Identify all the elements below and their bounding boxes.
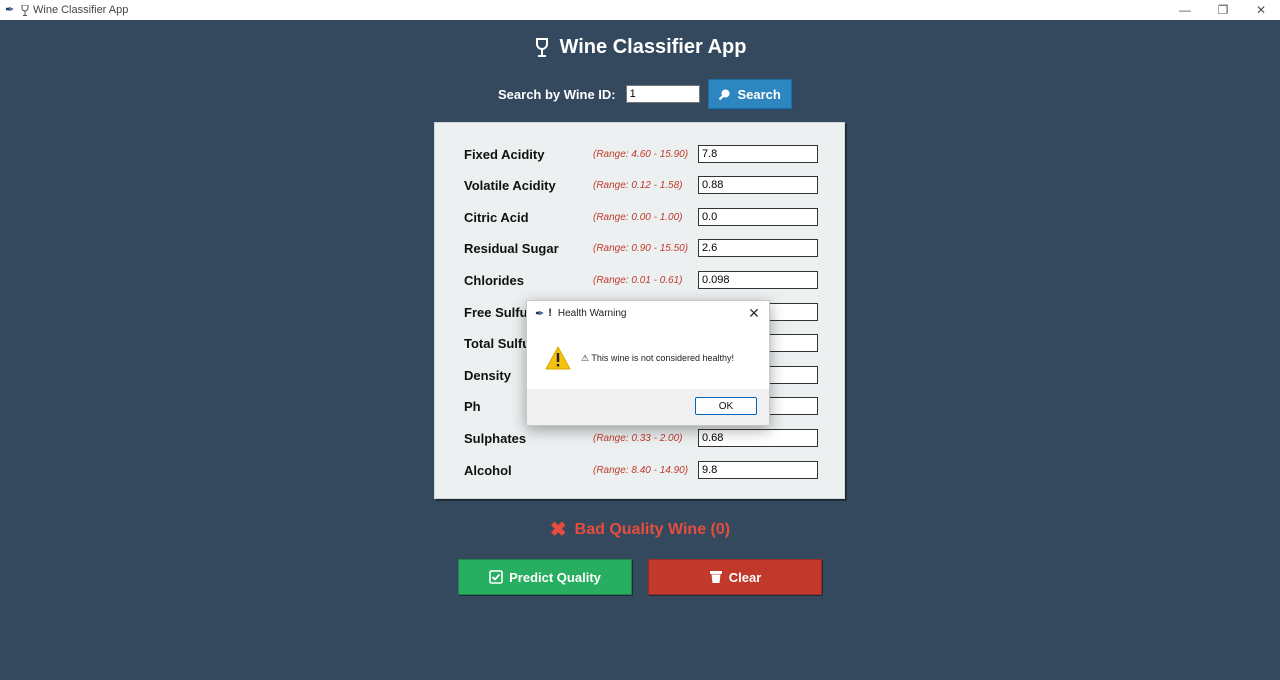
feather-icon: ✒ [5, 4, 15, 16]
close-window-button[interactable]: ✕ [1242, 0, 1280, 20]
field-label: Citric Acid [464, 209, 529, 225]
minimize-button[interactable]: — [1166, 0, 1204, 20]
field-range: (Range: 0.00 - 1.00) [593, 211, 683, 223]
health-warning-dialog: ✒ ! Health Warning ✕ ⚠ This wine is not … [526, 300, 770, 426]
wine-id-input[interactable] [625, 85, 700, 103]
field-label: Alcohol [464, 462, 512, 478]
field-row-residual-sugar: Residual Sugar (Range: 0.90 - 15.50) [464, 238, 824, 258]
search-label: Search by Wine ID: [498, 86, 616, 102]
field-label: Fixed Acidity [464, 146, 545, 162]
window-titlebar: ✒ Wine Classifier App — ❐ ✕ [0, 0, 1280, 20]
volatile-acidity-input[interactable] [698, 176, 818, 194]
fixed-acidity-input[interactable] [698, 145, 818, 163]
trash-icon [709, 571, 722, 583]
prediction-result: ✖ Bad Quality Wine (0) [0, 520, 1280, 540]
field-row-chlorides: Chlorides (Range: 0.01 - 0.61) [464, 270, 824, 290]
clear-button[interactable]: Clear [648, 559, 822, 595]
field-label: Chlorides [464, 272, 524, 288]
citric-acid-input[interactable] [698, 208, 818, 226]
field-label: Sulphates [464, 430, 527, 446]
field-range: (Range: 0.33 - 2.00) [593, 432, 683, 444]
restore-button[interactable]: ❐ [1204, 0, 1242, 20]
field-row-citric-acid: Citric Acid (Range: 0.00 - 1.00) [464, 207, 824, 227]
field-range: (Range: 8.40 - 14.90) [593, 464, 689, 476]
warning-icon [545, 346, 571, 370]
field-range: (Range: 0.12 - 1.58) [593, 179, 683, 191]
checkbox-icon [489, 570, 503, 584]
residual-sugar-input[interactable] [698, 239, 818, 257]
search-button[interactable]: Search [707, 79, 792, 109]
predict-quality-label: Predict Quality [509, 569, 601, 585]
dialog-title-prefix: ! [548, 307, 552, 319]
sulphates-input[interactable] [698, 429, 818, 447]
field-row-fixed-acidity: Fixed Acidity (Range: 4.60 - 15.90) [464, 144, 824, 164]
window-controls: — ❐ ✕ [1166, 0, 1280, 20]
field-label: Residual Sugar [464, 240, 559, 256]
dialog-title: Health Warning [557, 307, 627, 319]
magnifier-icon [719, 89, 730, 100]
ok-button[interactable]: OK [695, 397, 757, 415]
page-title-text: Wine Classifier App [559, 36, 747, 58]
dialog-titlebar: ✒ ! Health Warning ✕ [527, 301, 769, 325]
field-row-sulphates: Sulphates (Range: 0.33 - 2.00) [464, 428, 824, 448]
field-row-alcohol: Alcohol (Range: 8.40 - 14.90) [464, 460, 824, 480]
predict-quality-button[interactable]: Predict Quality [458, 559, 632, 595]
field-range: (Range: 0.90 - 15.50) [593, 242, 689, 254]
prediction-result-text: Bad Quality Wine (0) [574, 521, 731, 538]
clear-label: Clear [728, 569, 762, 585]
feather-icon: ✒ [535, 307, 545, 320]
chlorides-input[interactable] [698, 271, 818, 289]
window-title: Wine Classifier App [21, 4, 128, 16]
alcohol-input[interactable] [698, 461, 818, 479]
search-button-label: Search [737, 86, 781, 102]
dialog-close-button[interactable]: ✕ [745, 304, 763, 322]
dialog-body: ⚠ This wine is not considered healthy! [527, 325, 769, 391]
field-range: (Range: 0.01 - 0.61) [593, 274, 683, 286]
wine-glass-icon [535, 37, 548, 57]
window-title-text: Wine Classifier App [33, 4, 129, 16]
field-label: Volatile Acidity [464, 177, 556, 193]
field-range: (Range: 4.60 - 15.90) [593, 148, 689, 160]
field-row-volatile-acidity: Volatile Acidity (Range: 0.12 - 1.58) [464, 175, 824, 195]
dialog-message: ⚠ This wine is not considered healthy! [581, 352, 734, 363]
x-icon: ✖ [549, 519, 567, 541]
search-row: Search by Wine ID: Search [498, 79, 792, 109]
dialog-footer: OK [527, 389, 769, 425]
page-title: Wine Classifier App [0, 36, 1280, 59]
wine-glass-icon [21, 4, 29, 16]
